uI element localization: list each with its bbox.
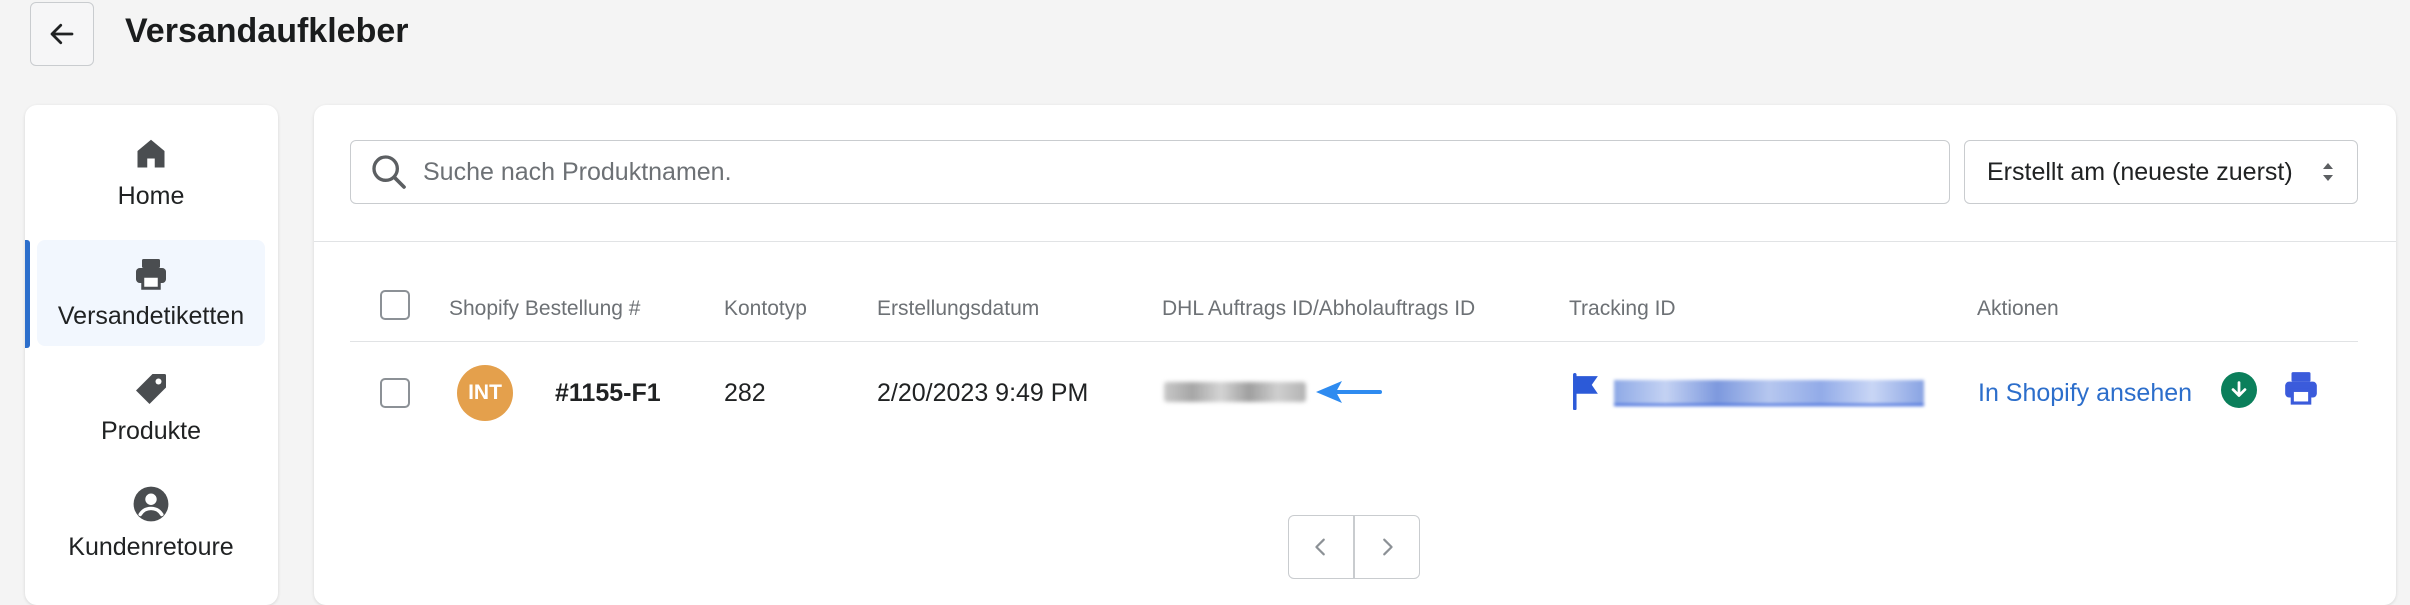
column-header[interactable]: Shopify Bestellung # <box>449 297 640 321</box>
sidebar-item-versandetiketten[interactable]: Versandetiketten <box>37 240 265 346</box>
row-divider <box>350 341 2358 342</box>
sidebar-item-produkte[interactable]: Produkte <box>37 355 265 461</box>
search-field[interactable] <box>350 140 1950 204</box>
active-indicator <box>25 240 30 348</box>
tracking-link-redacted[interactable] <box>1614 380 1924 406</box>
sidebar-item-label: Home <box>117 181 185 210</box>
divider <box>314 241 2396 242</box>
download-icon[interactable] <box>2221 372 2257 408</box>
back-button[interactable] <box>30 2 94 66</box>
next-page-button[interactable] <box>1355 516 1419 578</box>
tag-icon <box>136 373 166 404</box>
created-date: 2/20/2023 9:49 PM <box>877 379 1089 407</box>
print-icon[interactable] <box>2282 369 2320 407</box>
pagination <box>1288 515 1420 579</box>
column-header[interactable]: Kontotyp <box>724 297 807 321</box>
row-checkbox[interactable] <box>380 378 410 408</box>
sidebar-item-label: Versandetiketten <box>57 301 245 330</box>
printer-icon <box>136 258 166 290</box>
search-input[interactable] <box>421 156 1905 188</box>
previous-page-button[interactable] <box>1289 516 1353 578</box>
select-arrows-icon <box>2323 163 2333 181</box>
main-card: Erstellt am (neueste zuerst) Shopify Bes… <box>314 105 2396 605</box>
sidebar-item-home[interactable]: Home <box>37 120 265 226</box>
column-header[interactable]: DHL Auftrags ID/Abholauftrags ID <box>1162 297 1475 321</box>
sidebar: Home Versandetiketten Produkte Kundenret… <box>25 105 278 605</box>
select-all-checkbox[interactable] <box>380 290 410 320</box>
chevron-left-icon <box>1315 538 1325 556</box>
chevron-right-icon <box>1383 538 1393 556</box>
sort-select[interactable]: Erstellt am (neueste zuerst) <box>1964 140 2358 204</box>
arrow-down-icon <box>2231 381 2247 397</box>
dhl-id-redacted <box>1164 382 1306 402</box>
order-number: #1155-F1 <box>555 379 661 407</box>
arrow-left-icon <box>50 23 74 45</box>
sidebar-item-label: Produkte <box>100 416 202 445</box>
column-header: Aktionen <box>1977 297 2059 320</box>
account-type: 282 <box>724 379 766 407</box>
page-title: Versandaufkleber <box>125 12 409 50</box>
user-circle-icon <box>133 486 169 521</box>
search-icon <box>372 155 406 189</box>
flag-icon <box>1573 372 1598 410</box>
column-header[interactable]: Erstellungsdatum <box>877 297 1039 321</box>
sort-select-value: Erstellt am (neueste zuerst) <box>1987 157 2293 186</box>
column-header[interactable]: Tracking ID <box>1569 297 1676 321</box>
arrow-left-annotation-icon <box>1316 381 1382 403</box>
sidebar-item-label: Kundenretoure <box>68 532 234 561</box>
view-in-shopify-link[interactable]: In Shopify ansehen <box>1978 379 2192 408</box>
home-icon <box>137 139 165 167</box>
sidebar-item-kundenretoure[interactable]: Kundenretoure <box>37 470 265 576</box>
avatar: INT <box>457 365 513 421</box>
